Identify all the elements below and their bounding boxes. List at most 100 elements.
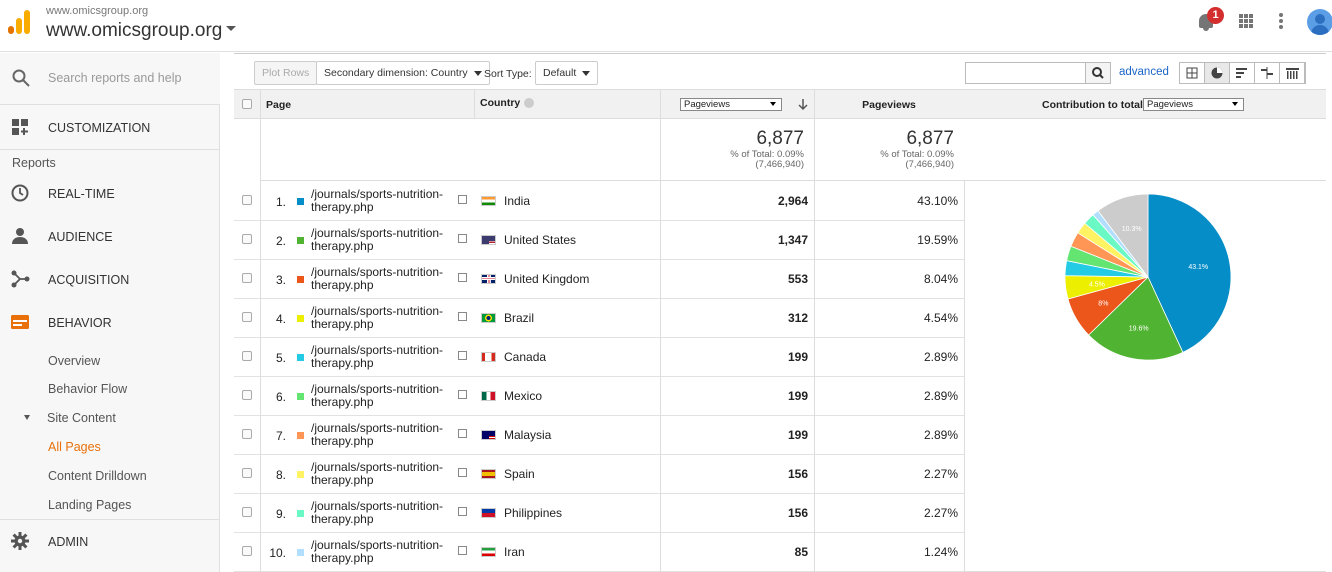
page-path-link[interactable]: /journals/sports-nutrition-therapy.php [311,500,459,526]
table-row[interactable]: 5. /journals/sports-nutrition-therapy.php… [234,338,964,377]
row-checkbox[interactable] [242,351,252,361]
country-link[interactable]: India [504,194,530,208]
page-path-link[interactable]: /journals/sports-nutrition-therapy.php [311,188,459,214]
sidebar-item-all-pages[interactable]: All Pages [48,440,101,454]
country-link[interactable]: Iran [504,545,525,559]
account-name: www.omicsgroup.org [46,5,149,17]
secondary-dimension-select[interactable]: Secondary dimension: Country [316,61,490,85]
page-path-link[interactable]: /journals/sports-nutrition-therapy.php [311,227,459,253]
external-link-icon[interactable] [458,429,467,438]
country-link[interactable]: Philippines [504,506,562,520]
sidebar-item-acquisition[interactable]: ACQUISITION [0,267,220,295]
avatar[interactable] [1307,9,1332,35]
external-link-icon[interactable] [458,273,467,282]
external-link-icon[interactable] [458,312,467,321]
table-row[interactable]: 2. /journals/sports-nutrition-therapy.php… [234,221,964,260]
expand-triangle-icon[interactable] [24,415,30,420]
table-row[interactable]: 7. /journals/sports-nutrition-therapy.php… [234,416,964,455]
more-options-icon[interactable] [1279,13,1283,29]
table-row[interactable]: 3. /journals/sports-nutrition-therapy.php… [234,260,964,299]
country-link[interactable]: Brazil [504,311,534,325]
row-checkbox[interactable] [242,507,252,517]
notification-badge: 1 [1207,7,1224,24]
page-path-link[interactable]: /journals/sports-nutrition-therapy.php [311,539,459,565]
table-row[interactable]: 1. /journals/sports-nutrition-therapy.php… [234,182,964,221]
row-checkbox[interactable] [242,312,252,322]
table-row[interactable]: 10. /journals/sports-nutrition-therapy.ph… [234,533,964,572]
row-checkbox[interactable] [242,234,252,244]
column-label: Country [480,97,521,109]
property-selector[interactable]: www.omicsgroup.org [46,20,222,42]
row-number: 2. [275,234,286,248]
sidebar-item-content-drilldown[interactable]: Content Drilldown [48,469,147,483]
country-flag-icon [481,469,496,479]
sidebar-search[interactable]: Search reports and help [0,53,220,105]
row-checkbox[interactable] [242,468,252,478]
performance-view-icon[interactable] [1230,63,1255,83]
sort-type-select[interactable]: Default [535,61,599,85]
row-checkbox[interactable] [242,390,252,400]
sidebar-item-admin[interactable]: ADMIN [0,519,220,571]
chevron-down-icon[interactable] [226,26,236,31]
sidebar-item-behavior[interactable]: BEHAVIOR [0,310,220,338]
column-header-contribution: Contribution to total: Pageviews [964,90,1326,119]
sidebar-item-landing-pages[interactable]: Landing Pages [48,498,131,512]
sidebar-item-customization[interactable]: CUSTOMIZATION [0,106,220,150]
series-color-swatch [297,198,304,205]
page-path-link[interactable]: /journals/sports-nutrition-therapy.php [311,422,459,448]
country-flag-icon [481,547,496,557]
external-link-icon[interactable] [458,546,467,555]
remove-dimension-icon[interactable] [524,98,535,109]
page-path-link[interactable]: /journals/sports-nutrition-therapy.php [311,344,459,370]
country-link[interactable]: United States [504,233,576,247]
search-input[interactable]: Search reports and help [48,71,181,85]
column-header-pageviews[interactable]: Pageviews [814,90,964,119]
advanced-filter-link[interactable]: advanced [1119,66,1169,78]
comparison-view-icon[interactable] [1255,63,1280,83]
external-link-icon[interactable] [458,468,467,477]
row-checkbox[interactable] [242,429,252,439]
analytics-logo-icon[interactable] [8,10,30,34]
country-link[interactable]: Mexico [504,389,542,403]
table-row[interactable]: 8. /journals/sports-nutrition-therapy.php… [234,455,964,494]
contribution-metric-select[interactable]: Pageviews [1143,98,1244,111]
table-row[interactable]: 4. /journals/sports-nutrition-therapy.php… [234,299,964,338]
row-checkbox[interactable] [242,273,252,283]
pivot-view-icon[interactable] [1280,63,1305,83]
country-link[interactable]: Canada [504,350,546,364]
external-link-icon[interactable] [458,195,467,204]
external-link-icon[interactable] [458,234,467,243]
table-row[interactable]: 9. /journals/sports-nutrition-therapy.php… [234,494,964,533]
country-link[interactable]: Spain [504,467,535,481]
page-path-link[interactable]: /journals/sports-nutrition-therapy.php [311,383,459,409]
table-view-icon[interactable] [1180,63,1205,83]
sidebar-item-behavior-flow[interactable]: Behavior Flow [48,382,127,396]
country-link[interactable]: United Kingdom [504,272,589,286]
column-header-page[interactable]: Page [260,90,474,119]
column-header-country[interactable]: Country [474,90,660,119]
row-checkbox[interactable] [242,195,252,205]
page-path-link[interactable]: /journals/sports-nutrition-therapy.php [311,305,459,331]
sidebar-item-overview[interactable]: Overview [48,354,100,368]
table-row[interactable]: 6. /journals/sports-nutrition-therapy.php… [234,377,964,416]
external-link-icon[interactable] [458,507,467,516]
pie-view-icon[interactable] [1205,63,1230,83]
country-link[interactable]: Malaysia [504,428,551,442]
country-flag-icon [481,430,496,440]
page-path-link[interactable]: /journals/sports-nutrition-therapy.php [311,461,459,487]
metric-select[interactable]: Pageviews [680,98,782,111]
apps-grid-icon[interactable] [1239,14,1253,28]
sidebar-item-real-time[interactable]: REAL-TIME [0,181,220,209]
external-link-icon[interactable] [458,390,467,399]
external-link-icon[interactable] [458,351,467,360]
select-all-checkbox[interactable] [242,99,252,109]
row-checkbox[interactable] [242,546,252,556]
page-path-link[interactable]: /journals/sports-nutrition-therapy.php [311,266,459,292]
table-search-button[interactable] [1085,62,1111,84]
total-value: 6,877 [906,128,954,149]
sort-arrow-down-icon[interactable] [798,99,808,111]
sidebar-item-audience[interactable]: AUDIENCE [0,224,220,252]
table-search-input[interactable] [965,62,1086,84]
sidebar-item-site-content[interactable]: Site Content [47,411,116,425]
plot-rows-button[interactable]: Plot Rows [254,61,318,85]
